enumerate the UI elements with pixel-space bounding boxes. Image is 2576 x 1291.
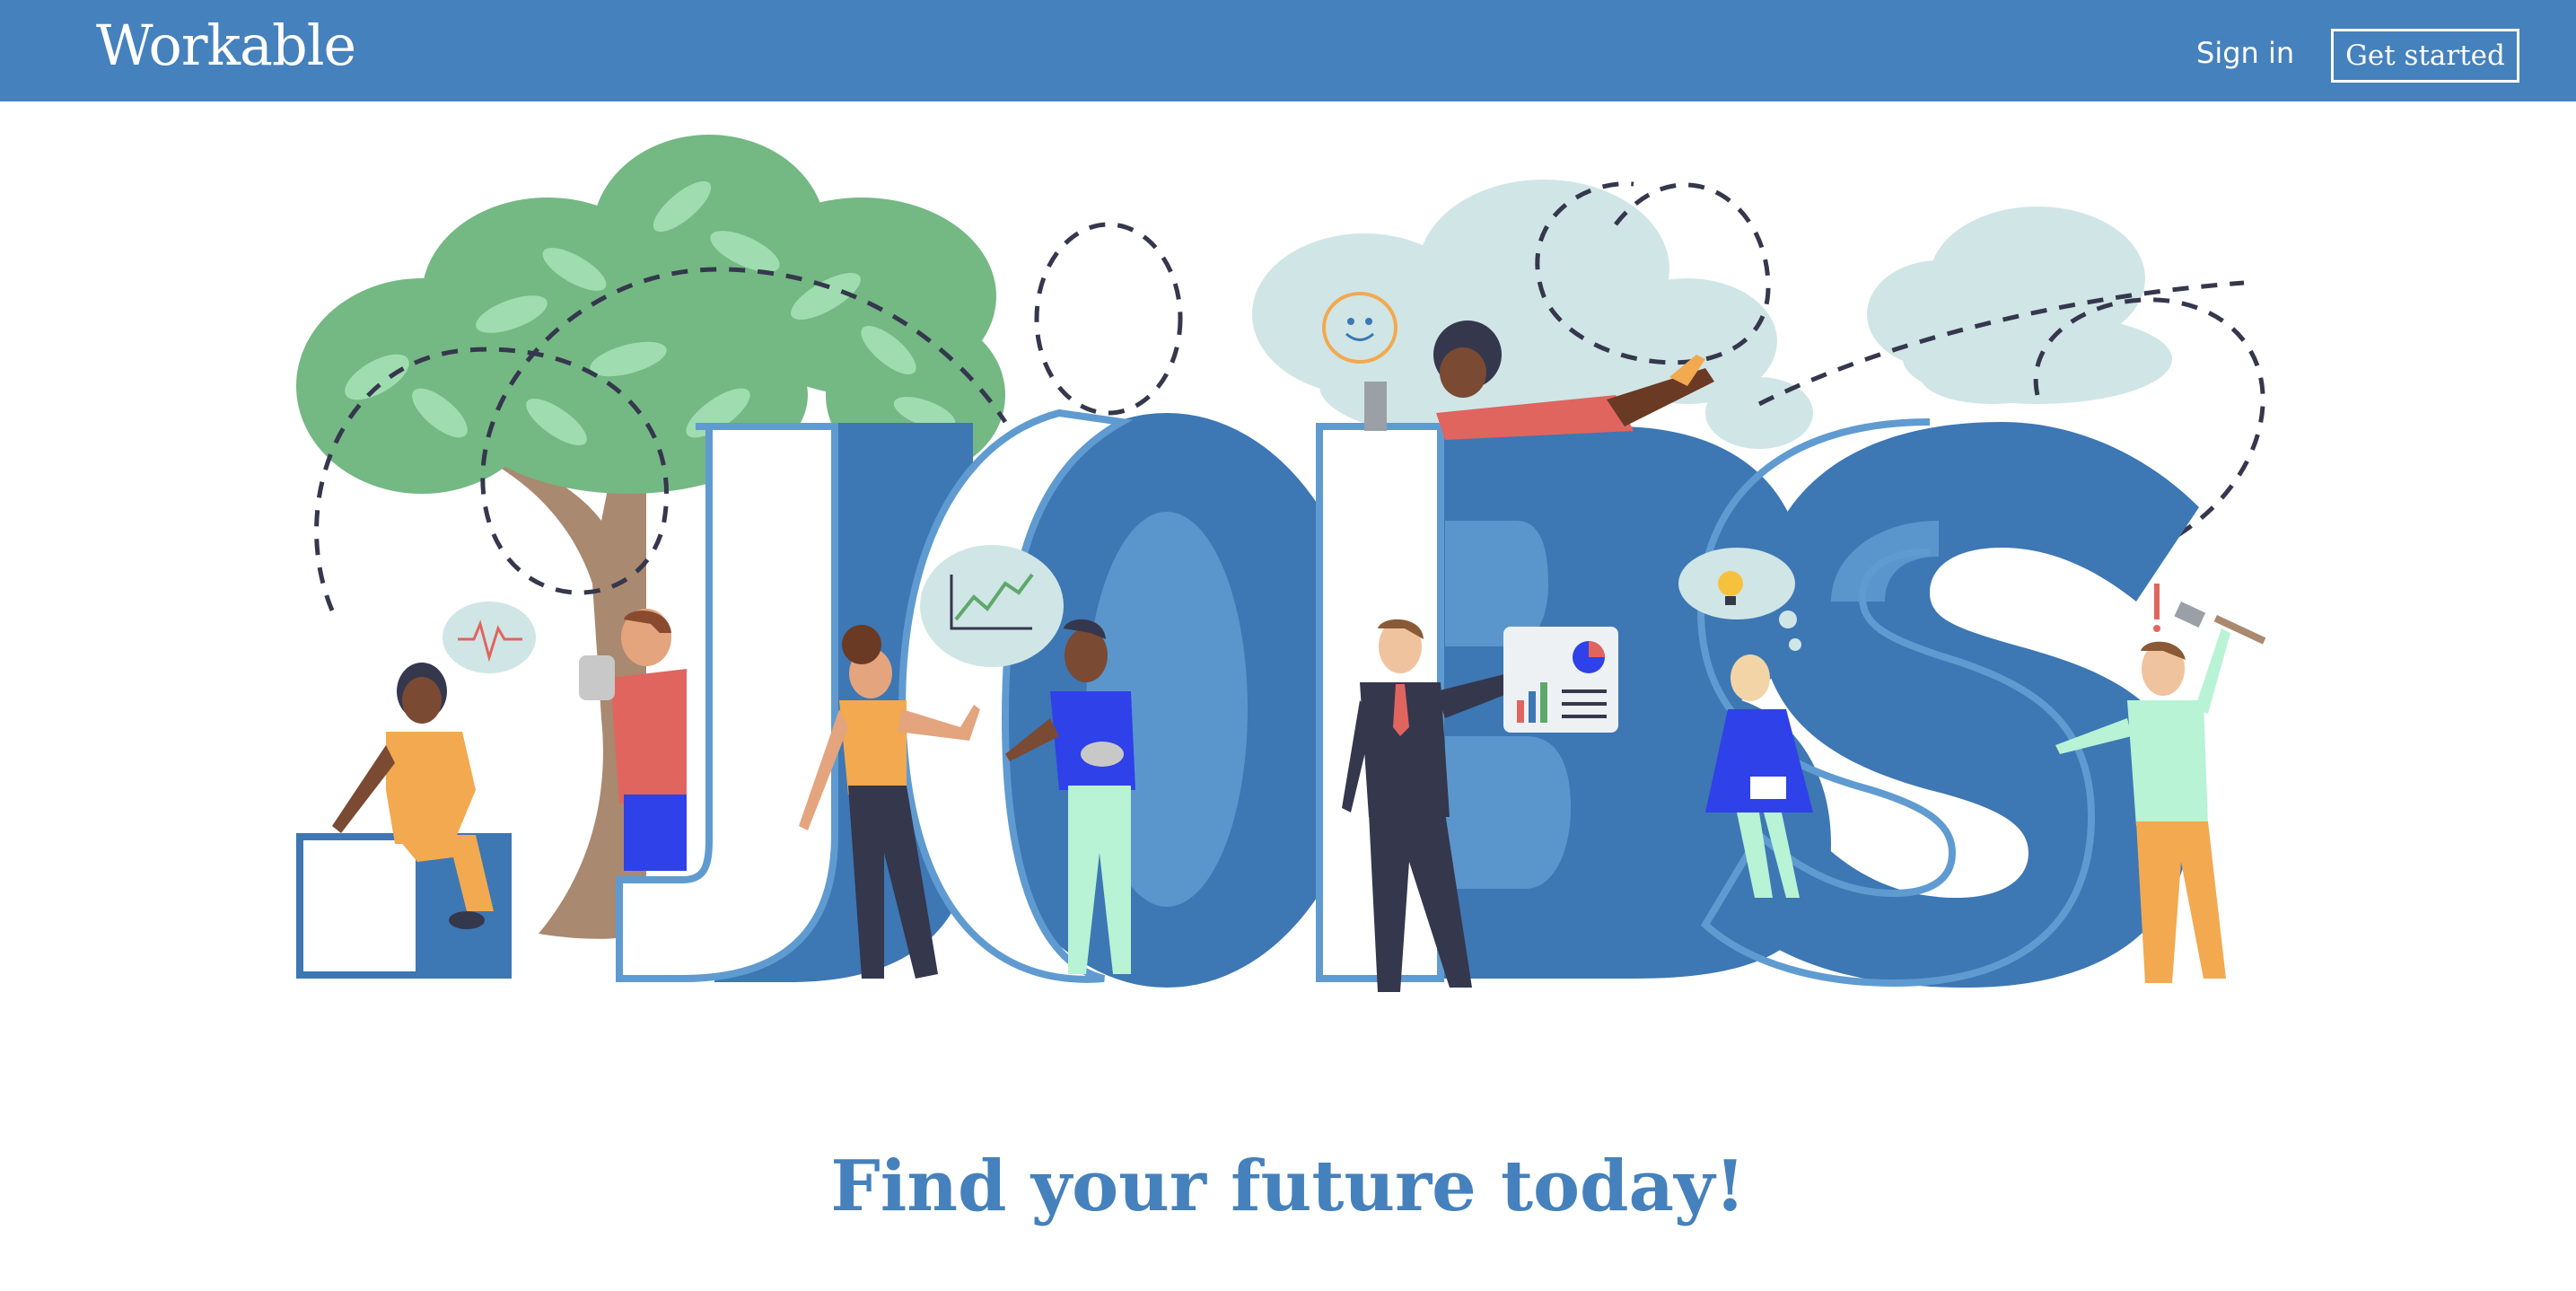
laptop-icon — [1364, 382, 1387, 431]
sign-in-link[interactable]: Sign in — [2196, 36, 2294, 70]
chart-icon — [920, 545, 1064, 667]
presentation-icon — [1503, 627, 1618, 733]
jobs-hero-illustration — [0, 101, 2576, 1026]
top-navbar: Workable Sign in Get started — [0, 0, 2576, 101]
workable-logo[interactable]: Workable — [96, 13, 356, 78]
get-started-button[interactable]: Get started — [2331, 29, 2519, 83]
hero-tagline: Find your future today! — [830, 1146, 1746, 1227]
heartbeat-icon — [442, 602, 536, 673]
